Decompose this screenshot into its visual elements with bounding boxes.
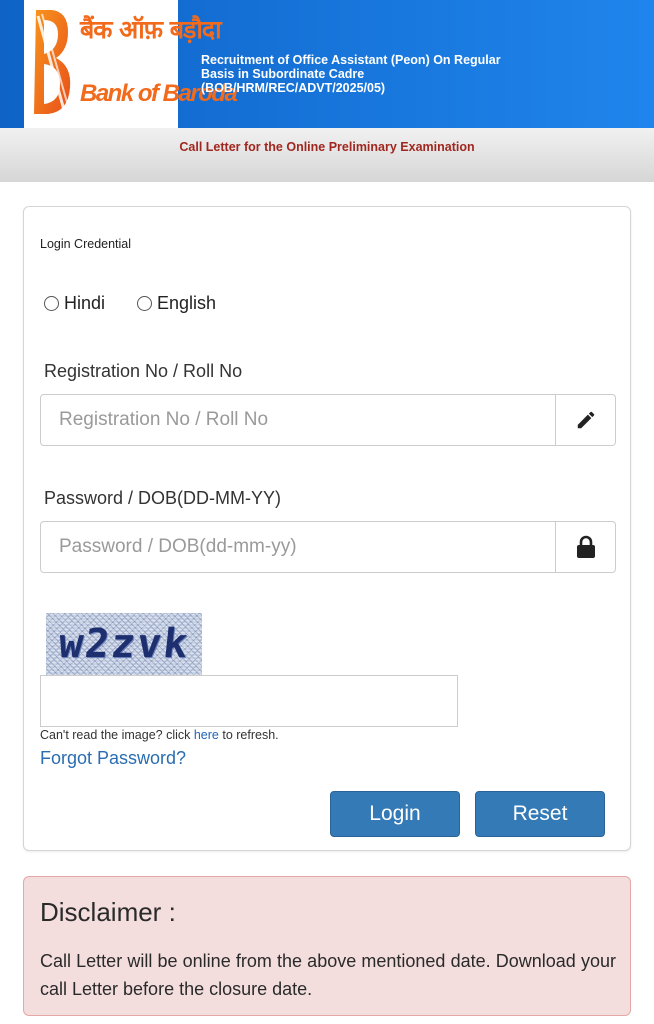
recruitment-title-line: Recruitment of Office Assistant (Peon) O… [201, 53, 501, 67]
registration-input-group [40, 394, 616, 446]
captcha-help-suffix: to refresh. [218, 728, 279, 742]
login-button[interactable]: Login [330, 791, 460, 837]
page-subheader: Call Letter for the Online Preliminary E… [0, 128, 654, 182]
bank-of-baroda-logo-icon [34, 10, 71, 114]
reset-button[interactable]: Reset [475, 791, 605, 837]
language-option-hindi[interactable]: Hindi [44, 293, 105, 314]
forgot-password-link[interactable]: Forgot Password? [40, 748, 186, 769]
logo-hindi-text: बैंक ऑफ़ बड़ौदा [80, 15, 222, 44]
captcha-image: w2zvk [46, 613, 202, 675]
radio-label: English [157, 293, 217, 313]
login-card-title: Login Credential [40, 237, 132, 251]
language-selector: Hindi English [44, 293, 248, 314]
registration-input[interactable] [40, 394, 556, 446]
recruitment-title-line: (BOB/HRM/REC/ADVT/2025/05) [201, 81, 386, 95]
password-addon [556, 521, 616, 573]
site-header: बैंक ऑफ़ बड़ौदा Bank of Baroda Recruitme… [0, 0, 654, 128]
radio-label: Hindi [64, 293, 106, 313]
lock-icon [576, 535, 595, 558]
captcha-input[interactable] [40, 675, 458, 727]
bank-logo: बैंक ऑफ़ बड़ौदा Bank of Baroda [24, 0, 238, 128]
password-input[interactable] [40, 521, 556, 573]
radio-button-hindi[interactable] [44, 296, 59, 311]
password-input-group [40, 521, 616, 573]
recruitment-title-line: Basis in Subordinate Cadre [201, 67, 365, 81]
login-card: Login Credential Hindi English Registrat… [23, 206, 631, 851]
disclaimer-body: Call Letter will be online from the abov… [40, 951, 616, 999]
page-title: Call Letter for the Online Preliminary E… [179, 140, 475, 154]
captcha-help-text: Can't read the image? click here to refr… [40, 728, 279, 742]
disclaimer-title: Disclaimer : [40, 897, 176, 927]
recruitment-title: Recruitment of Office Assistant (Peon) O… [201, 53, 511, 95]
registration-label: Registration No / Roll No [44, 361, 243, 381]
password-label: Password / DOB(DD-MM-YY) [44, 488, 282, 508]
captcha-help-prefix: Can't read the image? click [40, 728, 194, 742]
pencil-icon [577, 411, 594, 429]
radio-button-english[interactable] [137, 296, 153, 311]
language-option-english[interactable]: English [137, 293, 216, 314]
disclaimer-panel: Disclaimer : Call Letter will be online … [23, 876, 631, 1016]
registration-addon [556, 394, 616, 446]
captcha-text: w2zvk [56, 621, 192, 667]
captcha-refresh-link[interactable]: here [194, 728, 219, 742]
